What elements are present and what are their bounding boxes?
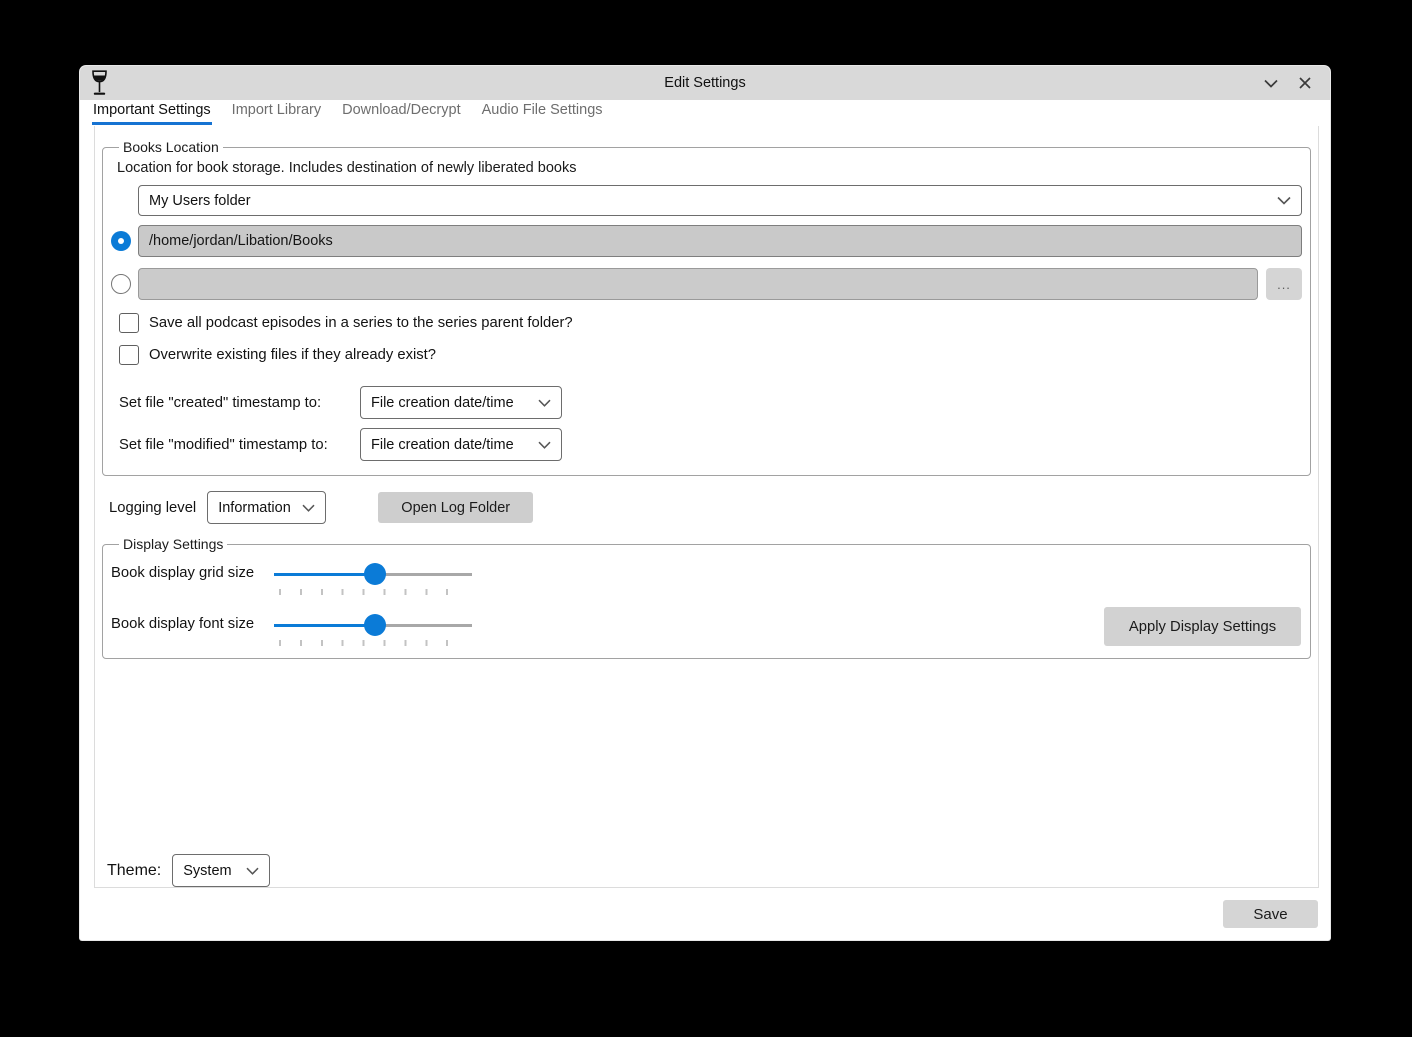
slider-handle[interactable] [364, 614, 386, 636]
preset-path-value: /home/jordan/Libation/Books [149, 233, 333, 249]
slider-ticks [279, 589, 467, 595]
browse-folder-button[interactable]: ... [1266, 268, 1302, 300]
tab-import-library[interactable]: Import Library [231, 100, 322, 125]
edit-settings-dialog: Edit Settings Important Settings Import … [80, 66, 1330, 940]
tab-download-decrypt[interactable]: Download/Decrypt [341, 100, 461, 125]
created-timestamp-label: Set file "created" timestamp to: [119, 395, 360, 411]
grid-size-label: Book display grid size [111, 563, 274, 595]
folder-preset-value: My Users folder [149, 193, 251, 209]
theme-dropdown[interactable]: System [172, 854, 270, 887]
chevron-down-icon [294, 504, 315, 512]
chevron-down-icon [1269, 196, 1291, 205]
titlebar[interactable]: Edit Settings [80, 66, 1330, 100]
books-location-description: Location for book storage. Includes dest… [117, 160, 1302, 176]
podcast-series-checkbox-label: Save all podcast episodes in a series to… [149, 315, 573, 331]
close-icon[interactable] [1292, 70, 1318, 96]
theme-value: System [183, 863, 231, 879]
chevron-down-icon [238, 867, 259, 875]
modified-timestamp-label: Set file "modified" timestamp to: [119, 437, 360, 453]
apply-display-settings-button[interactable]: Apply Display Settings [1104, 607, 1301, 646]
folder-preset-dropdown[interactable]: My Users folder [138, 185, 1302, 216]
slider-handle[interactable] [364, 563, 386, 585]
podcast-series-checkbox[interactable] [119, 313, 139, 333]
important-settings-page: Books Location Location for book storage… [94, 126, 1319, 888]
grid-size-slider[interactable] [274, 563, 472, 585]
modified-timestamp-dropdown[interactable]: File creation date/time [360, 428, 562, 461]
save-button[interactable]: Save [1223, 900, 1318, 928]
display-settings-group: Display Settings Book display grid size … [102, 536, 1311, 659]
books-location-group: Books Location Location for book storage… [102, 139, 1311, 476]
custom-path-field[interactable] [138, 268, 1258, 300]
theme-label: Theme: [107, 862, 161, 880]
tab-important-settings[interactable]: Important Settings [92, 100, 212, 125]
overwrite-files-checkbox[interactable] [119, 345, 139, 365]
font-size-label: Book display font size [111, 614, 274, 646]
dialog-footer: Save [80, 888, 1330, 940]
created-timestamp-value: File creation date/time [371, 395, 514, 411]
settings-tabbar: Important Settings Import Library Downlo… [80, 100, 1330, 126]
display-settings-group-label: Display Settings [119, 536, 227, 552]
minimize-icon[interactable] [1258, 70, 1284, 96]
slider-ticks [279, 640, 467, 646]
chevron-down-icon [530, 399, 551, 407]
preset-path-field[interactable]: /home/jordan/Libation/Books [138, 225, 1302, 257]
tab-audio-file-settings[interactable]: Audio File Settings [481, 100, 604, 125]
custom-folder-radio[interactable] [111, 274, 131, 294]
logging-level-label: Logging level [109, 500, 196, 516]
preset-folder-radio[interactable] [111, 231, 131, 251]
books-location-group-label: Books Location [119, 139, 223, 155]
window-title: Edit Settings [80, 75, 1330, 91]
logging-level-dropdown[interactable]: Information [207, 491, 326, 524]
logging-level-value: Information [218, 500, 291, 516]
open-log-folder-button[interactable]: Open Log Folder [378, 492, 533, 523]
modified-timestamp-value: File creation date/time [371, 437, 514, 453]
font-size-slider[interactable] [274, 614, 472, 636]
chevron-down-icon [530, 441, 551, 449]
overwrite-files-checkbox-label: Overwrite existing files if they already… [149, 347, 436, 363]
created-timestamp-dropdown[interactable]: File creation date/time [360, 386, 562, 419]
